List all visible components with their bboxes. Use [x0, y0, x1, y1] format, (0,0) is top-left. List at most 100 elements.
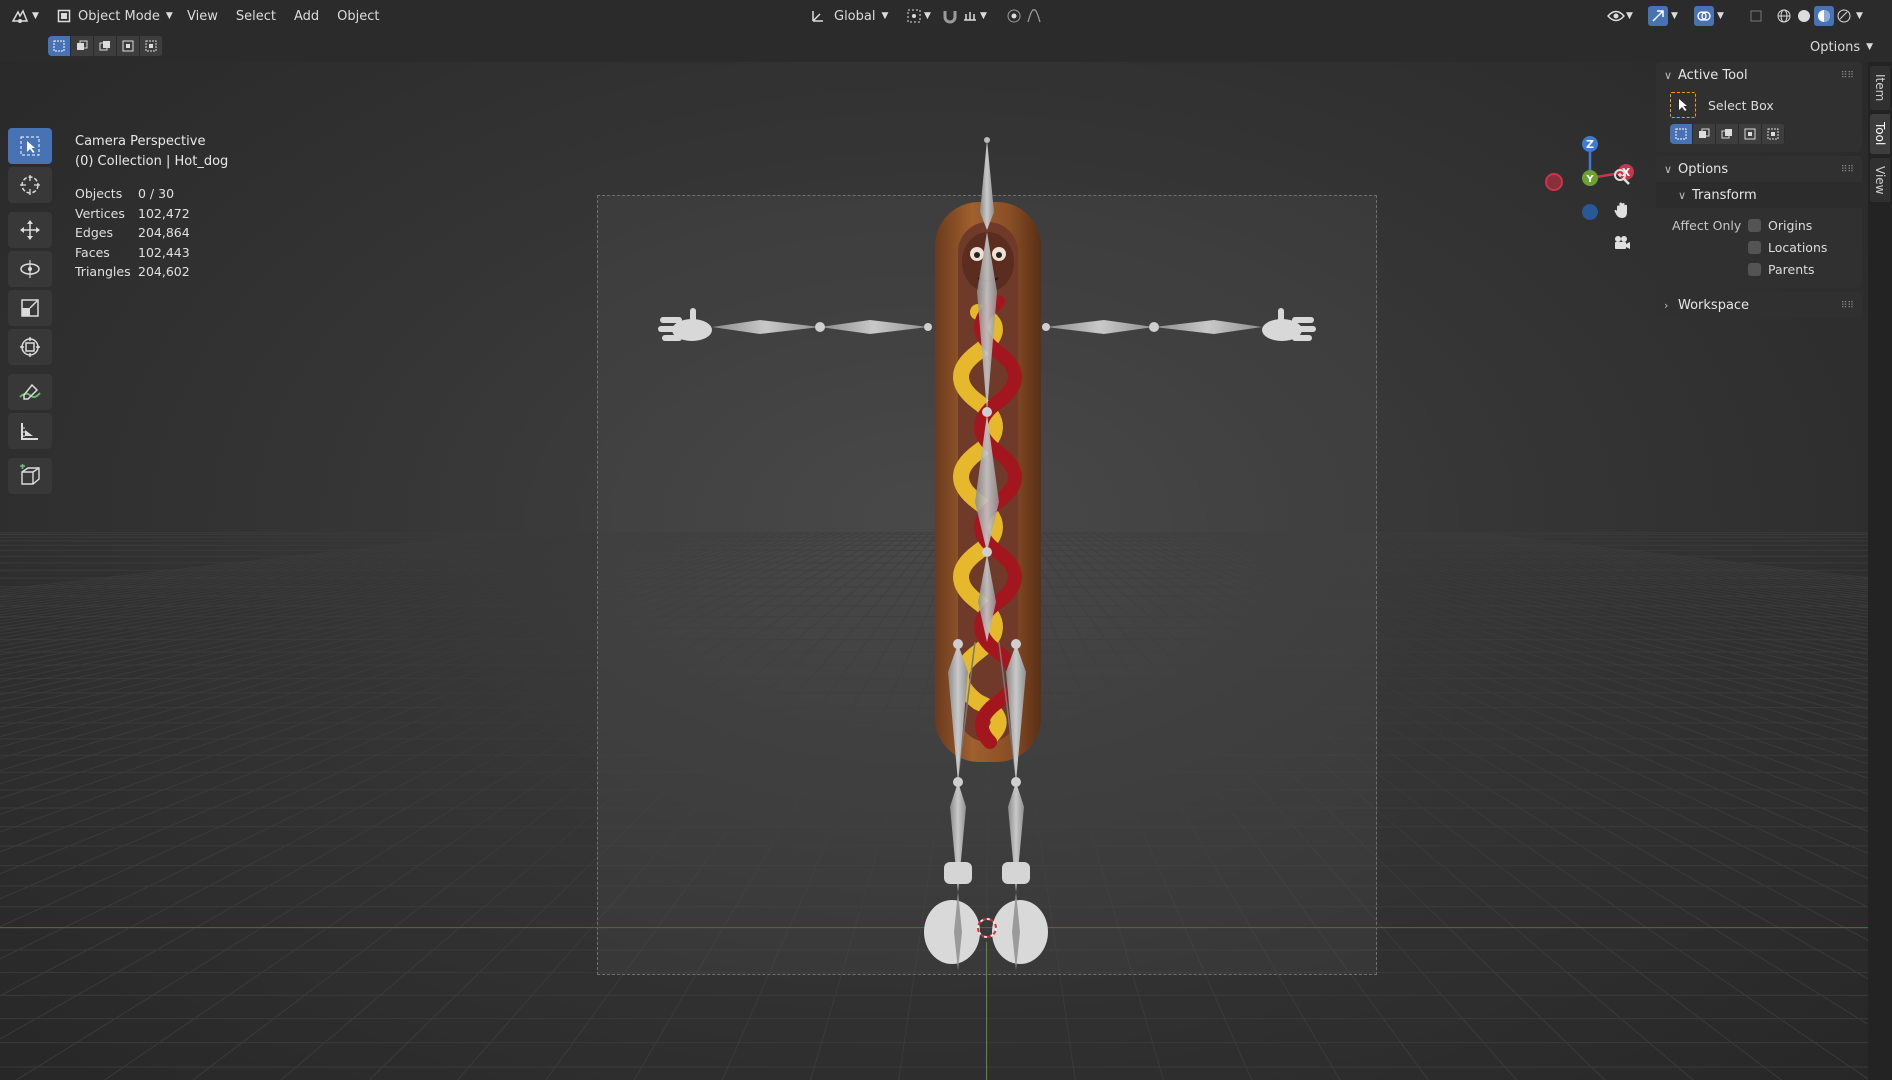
orientation-label: Global [834, 8, 876, 24]
tab-view[interactable]: View [1870, 158, 1890, 202]
select-intersect-icon[interactable] [1762, 124, 1785, 144]
neg-z-axis-icon[interactable] [1582, 204, 1598, 220]
camera-icon [1615, 236, 1630, 249]
options-header[interactable]: ∨ Options ⠿⠿ [1656, 156, 1862, 182]
chevron-down-icon: ▼ [1671, 11, 1678, 21]
drag-grip-icon[interactable]: ⠿⠿ [1841, 165, 1854, 175]
z-axis-label: Z [1586, 138, 1594, 151]
viewport-info: Camera Perspective (0) Collection | Hot_… [75, 132, 228, 172]
move-tool[interactable] [8, 212, 52, 248]
material-shading-icon[interactable] [1814, 6, 1834, 26]
left-glove [658, 308, 712, 341]
scale-tool[interactable] [8, 290, 52, 326]
select-box-icon [20, 136, 40, 156]
solid-shading-icon[interactable] [1794, 6, 1814, 26]
transform-title: Transform [1692, 187, 1757, 203]
select-subtract-icon[interactable] [94, 36, 117, 56]
editor-type-button[interactable]: ▼ [10, 6, 39, 26]
drag-grip-icon[interactable]: ⠿⠿ [1841, 71, 1854, 81]
camera-view-button[interactable] [1607, 228, 1637, 258]
editor-type-icon [10, 6, 30, 26]
select-subtract-icon[interactable] [1716, 124, 1739, 144]
measure-tool[interactable] [8, 413, 52, 449]
gizmo-toggle[interactable]: ▼ [1648, 6, 1678, 26]
visibility-dropdown[interactable]: ▼ [1606, 6, 1633, 26]
chevron-down-icon: ▼ [1717, 11, 1724, 21]
add-cube-icon [20, 464, 40, 485]
falloff-icon [1024, 6, 1044, 26]
active-tool-header[interactable]: ∨ Active Tool ⠿⠿ [1656, 62, 1862, 88]
transform-tool[interactable] [8, 329, 52, 365]
right-upper-arm-bone [1046, 320, 1154, 334]
select-extend-icon[interactable] [71, 36, 94, 56]
rendered-shading-icon[interactable] [1834, 6, 1854, 26]
add-cube-tool[interactable] [8, 458, 52, 494]
snap-toggle[interactable]: ▼ [940, 6, 987, 26]
rotate-tool[interactable] [8, 251, 52, 287]
options-label: Options [1810, 39, 1861, 55]
left-forearm-bone [712, 320, 820, 334]
measure-icon [21, 423, 38, 440]
chevron-right-icon: › [1664, 298, 1669, 312]
scene-statistics: Objects 0 / 30 Vertices 102,472 Edges 204,8… [75, 184, 190, 282]
tool-header: Options ▼ [0, 32, 1892, 62]
select-extend-icon[interactable] [1693, 124, 1716, 144]
select-box-icon[interactable] [1670, 92, 1696, 118]
workspace-panel: › Workspace ⠿⠿ [1656, 292, 1862, 318]
options-dropdown[interactable]: Options ▼ [1810, 37, 1873, 57]
snap-increment-icon [960, 6, 980, 26]
proportional-editing-toggle[interactable] [1004, 6, 1044, 26]
right-forearm-bone [1154, 320, 1262, 334]
zoom-button[interactable] [1607, 162, 1637, 192]
transform-subpanel-header[interactable]: ∨ Transform [1656, 182, 1862, 208]
xray-toggle[interactable] [1746, 6, 1766, 26]
menu-select[interactable]: Select [227, 9, 285, 24]
menu-object[interactable]: Object [328, 9, 388, 24]
locations-checkbox[interactable]: Locations [1748, 236, 1827, 258]
chevron-down-icon: ∨ [1678, 188, 1687, 202]
pan-button[interactable] [1607, 195, 1637, 225]
orientation-icon [808, 6, 828, 26]
hand-icon [1614, 202, 1627, 218]
menu-add[interactable]: Add [285, 9, 328, 24]
select-invert-icon[interactable] [1739, 124, 1762, 144]
tool-selection-modes [1670, 124, 1785, 144]
origins-checkbox[interactable]: Origins [1748, 214, 1827, 236]
options-title: Options [1678, 161, 1729, 177]
drag-grip-icon[interactable]: ⠿⠿ [1841, 301, 1854, 311]
chevron-down-icon: ▼ [165, 11, 173, 21]
chevron-down-icon: ▼ [32, 11, 39, 21]
tab-tool[interactable]: Tool [1870, 114, 1890, 154]
tab-item[interactable]: Item [1870, 66, 1890, 110]
menu-view[interactable]: View [178, 9, 227, 24]
select-intersect-icon[interactable] [140, 36, 163, 56]
pivot-point-dropdown[interactable]: ▼ [904, 6, 931, 26]
xray-icon [1746, 6, 1766, 26]
active-tool-name: Select Box [1708, 97, 1774, 113]
parents-checkbox[interactable]: Parents [1748, 258, 1827, 280]
y-axis-label: Y [1585, 174, 1594, 185]
wireframe-shading-icon[interactable] [1774, 6, 1794, 26]
chevron-down-icon: ▼ [1866, 42, 1874, 52]
3d-viewport[interactable]: Camera Perspective (0) Collection | Hot_… [0, 62, 1868, 1080]
workspace-header[interactable]: › Workspace ⠿⠿ [1656, 292, 1862, 318]
transform-orientation-dropdown[interactable]: Global ▼ [808, 6, 888, 26]
select-new-icon[interactable] [1670, 124, 1693, 144]
cursor-tool[interactable] [8, 167, 52, 203]
stat-row: Vertices 102,472 [75, 205, 190, 221]
shading-modes: ▼ [1774, 6, 1863, 26]
workspace-title: Workspace [1678, 297, 1750, 313]
head-bone [980, 140, 994, 230]
chevron-down-icon: ▼ [980, 11, 987, 21]
sidebar-panel: ∨ Active Tool ⠿⠿ Select Box ∨ Options ⠿⠿ [1656, 62, 1862, 1080]
select-invert-icon[interactable] [117, 36, 140, 56]
select-new-icon[interactable] [48, 36, 71, 56]
active-tool-row: Select Box [1656, 88, 1862, 124]
overlays-toggle[interactable]: ▼ [1694, 6, 1724, 26]
mode-dropdown[interactable]: Object Mode ▼ [54, 6, 173, 26]
gizmo-icon [1648, 6, 1668, 26]
neg-x-axis-icon[interactable] [1545, 173, 1563, 191]
select-box-tool[interactable] [8, 128, 52, 164]
viewport-header: ▼ Object Mode ▼ View Select Add Object G… [0, 0, 1892, 32]
annotate-tool[interactable] [8, 374, 52, 410]
